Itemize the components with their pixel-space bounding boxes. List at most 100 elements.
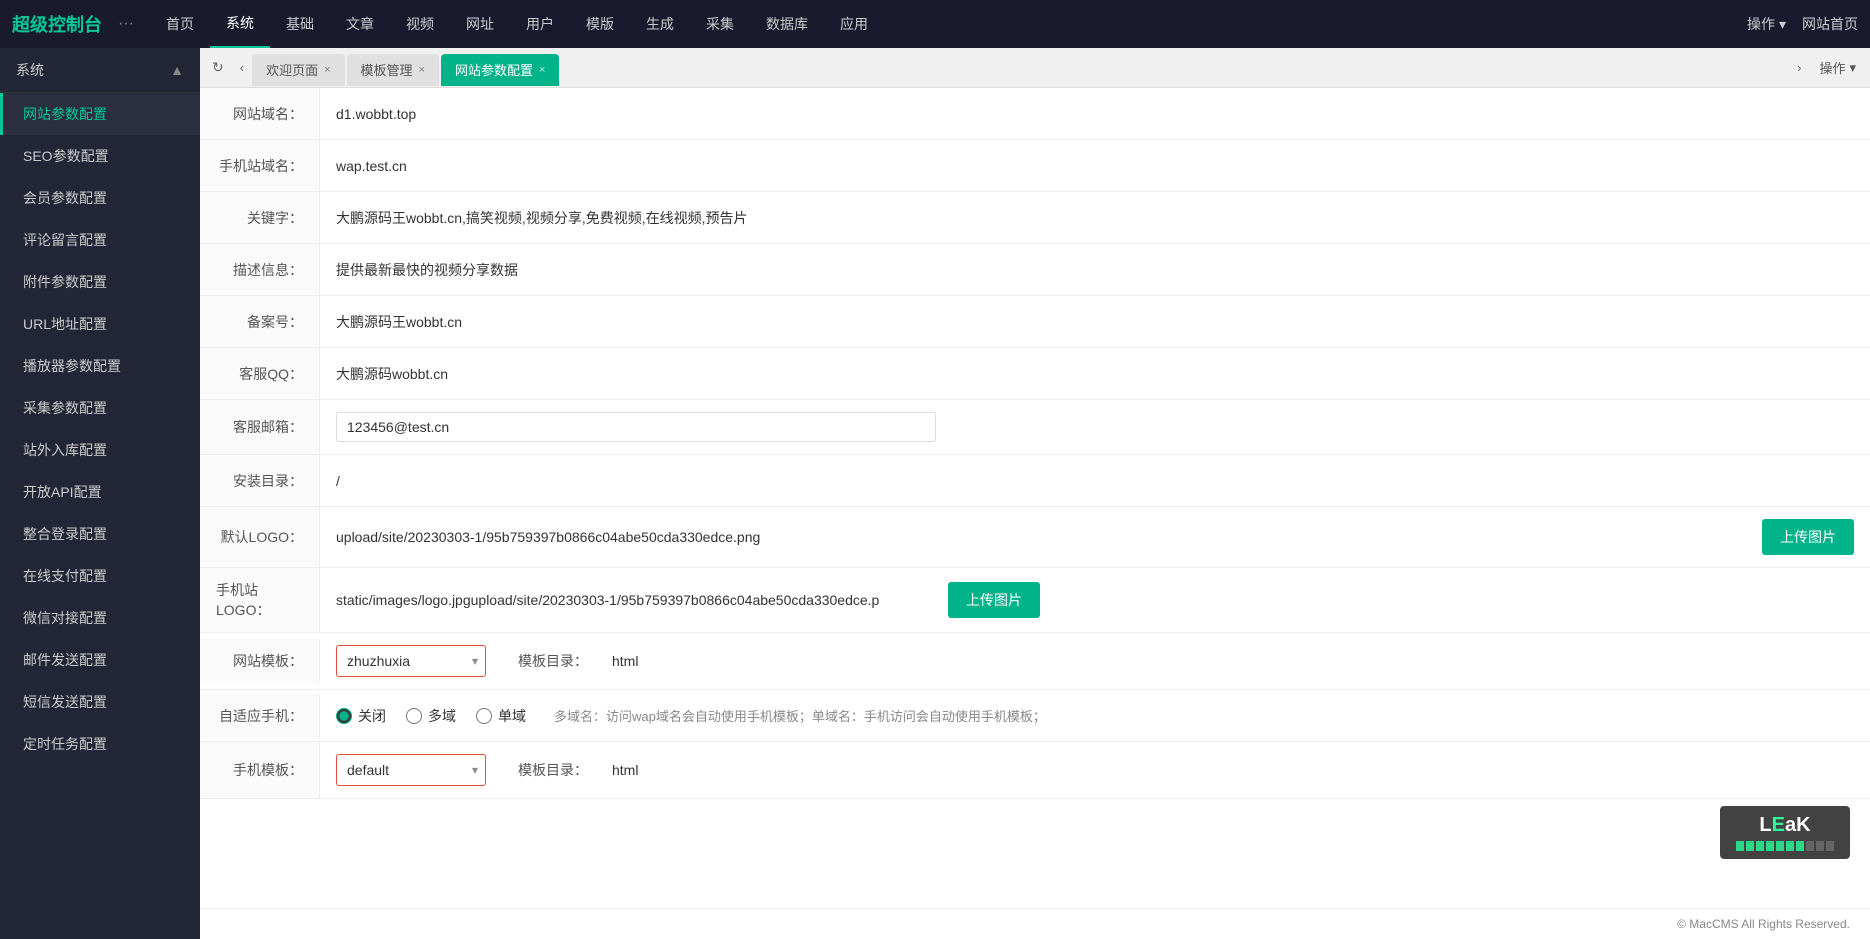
form-value-email[interactable] [320, 400, 1870, 454]
sidebar-item-sms-config[interactable]: 短信发送配置 [0, 681, 200, 723]
adaptive-multidomain-option[interactable]: 多域 [406, 706, 456, 726]
nav-template[interactable]: 模版 [570, 0, 630, 48]
form-value-logo: upload/site/20230303-1/95b759397b0866c04… [320, 507, 1870, 567]
form-label-email: 客服邮箱： [200, 400, 320, 454]
main-layout: 系统 ▲ 网站参数配置 SEO参数配置 会员参数配置 评论留言配置 附件参数配置… [0, 48, 1870, 939]
form-row-keywords: 关键字： 大鹏源码王wobbt.cn,搞笑视频,视频分享,免费视频,在线视频,预… [200, 192, 1870, 244]
nav-system[interactable]: 系统 [210, 0, 270, 48]
sidebar: 系统 ▲ 网站参数配置 SEO参数配置 会员参数配置 评论留言配置 附件参数配置… [0, 48, 200, 939]
form-label-logo: 默认LOGO： [200, 507, 320, 567]
top-op-button[interactable]: 操作 ▾ [1739, 14, 1794, 34]
sidebar-item-wechat-config[interactable]: 微信对接配置 [0, 597, 200, 639]
content-area: ↻ ‹ 欢迎页面 × 模板管理 × 网站参数配置 × › 操作 ▾ [200, 48, 1870, 939]
form-value-mobile-template: default ▾ 模板目录： html [320, 742, 1870, 798]
adaptive-close-radio[interactable] [336, 708, 352, 724]
dots-menu[interactable]: ··· [118, 15, 134, 33]
tab-op-arrow-icon: ▾ [1849, 60, 1856, 76]
form-row-description: 描述信息： 提供最新最快的视频分享数据 [200, 244, 1870, 296]
form-value-qq: 大鹏源码wobbt.cn [320, 348, 1870, 399]
form-row-mobile-template: 手机模板： default ▾ 模板目录： html [200, 742, 1870, 799]
tab-prev-button[interactable]: ‹ [234, 56, 250, 79]
brand-logo: 超级控制台 [12, 11, 102, 37]
tab-nav-arrows: ‹ [234, 56, 250, 79]
template-select-wrapper: zhuzhuxia ▾ [336, 645, 486, 677]
template-select[interactable]: zhuzhuxia [336, 645, 486, 677]
form-row-mobile-logo: 手机站LOGO： static/images/logo.jpgupload/si… [200, 568, 1870, 633]
sidebar-item-url-config[interactable]: URL地址配置 [0, 303, 200, 345]
tab-welcome-close[interactable]: × [324, 64, 330, 76]
refresh-button[interactable]: ↻ [204, 55, 232, 80]
top-nav: 超级控制台 ··· 首页 系统 基础 文章 视频 网址 用户 模版 生成 采集 … [0, 0, 1870, 48]
top-op-arrow-icon: ▾ [1779, 16, 1786, 33]
form-content: 网站域名： d1.wobbt.top 手机站域名： wap.test.cn 关键… [200, 88, 1870, 908]
form-value-mobile-domain: wap.test.cn [320, 140, 1870, 191]
sidebar-item-comment-config[interactable]: 评论留言配置 [0, 219, 200, 261]
sidebar-item-seo-config[interactable]: SEO参数配置 [0, 135, 200, 177]
form-label-keywords: 关键字： [200, 192, 320, 243]
sidebar-item-login-config[interactable]: 整合登录配置 [0, 513, 200, 555]
sidebar-item-attachment-config[interactable]: 附件参数配置 [0, 261, 200, 303]
mobile-template-dir-value: html [612, 762, 638, 778]
nav-collect[interactable]: 采集 [690, 0, 750, 48]
form-row-mobile-domain: 手机站域名： wap.test.cn [200, 140, 1870, 192]
nav-article[interactable]: 文章 [330, 0, 390, 48]
sidebar-items: 网站参数配置 SEO参数配置 会员参数配置 评论留言配置 附件参数配置 URL地… [0, 93, 200, 765]
tab-op-dropdown[interactable]: 操作 ▾ [1809, 54, 1866, 81]
sidebar-item-member-config[interactable]: 会员参数配置 [0, 177, 200, 219]
sidebar-title: 系统 [16, 60, 44, 80]
nav-database[interactable]: 数据库 [750, 0, 824, 48]
form-label-mobile-domain: 手机站域名： [200, 140, 320, 191]
nav-url[interactable]: 网址 [450, 0, 510, 48]
form-value-template: zhuzhuxia ▾ 模板目录： html [320, 633, 1870, 689]
sidebar-item-collect-config[interactable]: 采集参数配置 [0, 387, 200, 429]
form-value-mobile-logo: static/images/logo.jpgupload/site/202303… [320, 568, 1870, 632]
nav-items: 首页 系统 基础 文章 视频 网址 用户 模版 生成 采集 数据库 应用 [150, 0, 1739, 48]
form-label-template: 网站模板： [200, 639, 320, 683]
adaptive-singledomain-option[interactable]: 单域 [476, 706, 526, 726]
tab-template-mgmt-close[interactable]: × [419, 64, 425, 76]
form-value-keywords: 大鹏源码王wobbt.cn,搞笑视频,视频分享,免费视频,在线视频,预告片 [320, 192, 1870, 243]
form-label-adaptive: 自适应手机： [200, 694, 320, 738]
tab-template-mgmt[interactable]: 模板管理 × [347, 54, 439, 86]
form-label-mobile-logo: 手机站LOGO： [200, 568, 320, 632]
upload-logo-button[interactable]: 上传图片 [1762, 519, 1854, 555]
template-dir-label: 模板目录： [518, 651, 588, 671]
sidebar-item-player-config[interactable]: 播放器参数配置 [0, 345, 200, 387]
adaptive-singledomain-radio[interactable] [476, 708, 492, 724]
site-home-button[interactable]: 网站首页 [1802, 14, 1858, 34]
tab-welcome[interactable]: 欢迎页面 × [252, 54, 344, 86]
tab-website-config-close[interactable]: × [539, 64, 545, 76]
form-value-adaptive: 关闭 多域 单域 多域名：访问wap域名会自动使用手机模板；单域名：手机访问会自… [320, 694, 1870, 738]
form-row-domain: 网站域名： d1.wobbt.top [200, 88, 1870, 140]
nav-user[interactable]: 用户 [510, 0, 570, 48]
tab-bar: ↻ ‹ 欢迎页面 × 模板管理 × 网站参数配置 × › 操作 ▾ [200, 48, 1870, 88]
tab-more-button[interactable]: › [1789, 56, 1809, 79]
adaptive-multidomain-radio[interactable] [406, 708, 422, 724]
nav-home[interactable]: 首页 [150, 0, 210, 48]
sidebar-collapse-icon[interactable]: ▲ [170, 62, 184, 78]
form-value-domain: d1.wobbt.top [320, 88, 1870, 139]
email-input[interactable] [336, 412, 936, 442]
tab-website-config[interactable]: 网站参数配置 × [441, 54, 559, 86]
form-row-email: 客服邮箱： [200, 400, 1870, 455]
upload-mobile-logo-button[interactable]: 上传图片 [948, 582, 1040, 618]
nav-generate[interactable]: 生成 [630, 0, 690, 48]
form-row-adaptive: 自适应手机： 关闭 多域 单域 [200, 690, 1870, 742]
sidebar-item-api-config[interactable]: 开放API配置 [0, 471, 200, 513]
sidebar-item-external-config[interactable]: 站外入库配置 [0, 429, 200, 471]
form-label-beian: 备案号： [200, 296, 320, 347]
nav-basic[interactable]: 基础 [270, 0, 330, 48]
nav-video[interactable]: 视频 [390, 0, 450, 48]
sidebar-item-payment-config[interactable]: 在线支付配置 [0, 555, 200, 597]
form-label-domain: 网站域名： [200, 88, 320, 139]
form-label-description: 描述信息： [200, 244, 320, 295]
sidebar-item-email-config[interactable]: 邮件发送配置 [0, 639, 200, 681]
adaptive-close-option[interactable]: 关闭 [336, 706, 386, 726]
sidebar-item-website-config[interactable]: 网站参数配置 [0, 93, 200, 135]
tab-bar-right: › 操作 ▾ [1789, 54, 1866, 81]
mobile-template-select[interactable]: default [336, 754, 486, 786]
form-row-template: 网站模板： zhuzhuxia ▾ 模板目录： html [200, 633, 1870, 690]
sidebar-item-cron-config[interactable]: 定时任务配置 [0, 723, 200, 765]
footer: © MacCMS All Rights Reserved. [200, 908, 1870, 939]
nav-app[interactable]: 应用 [824, 0, 884, 48]
